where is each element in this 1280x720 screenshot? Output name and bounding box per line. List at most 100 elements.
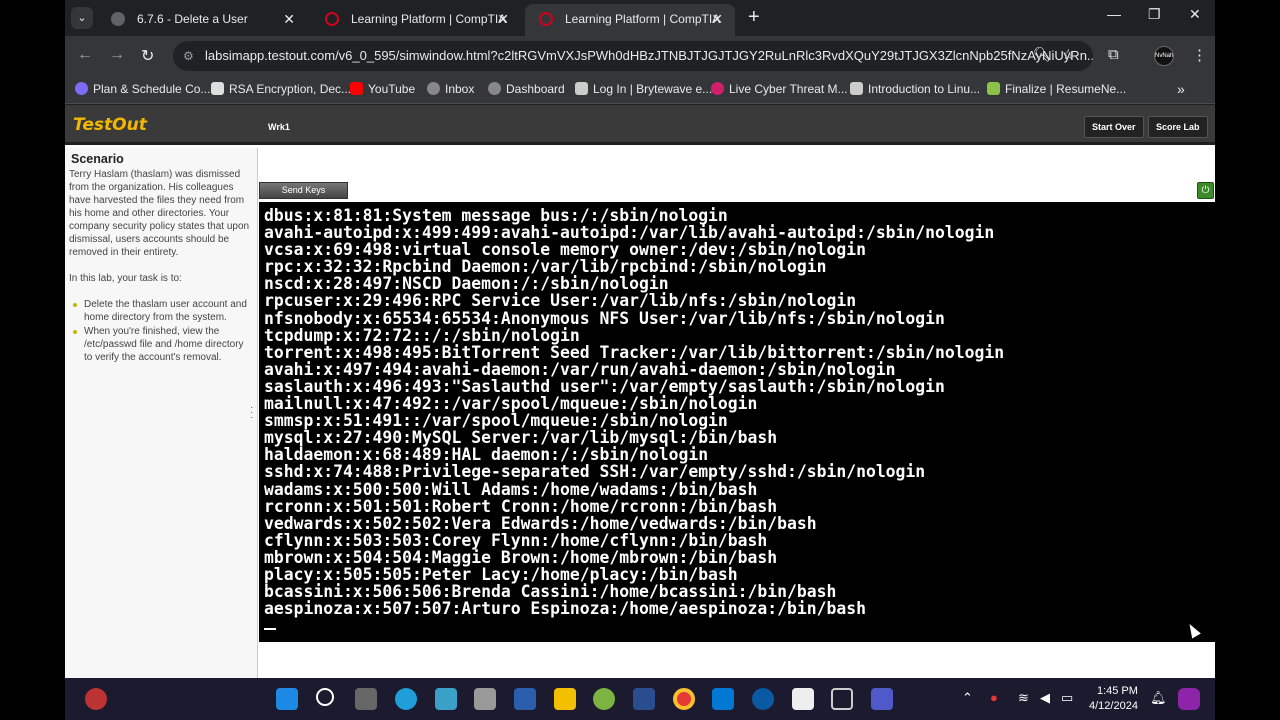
close-icon[interactable]: ✕	[497, 4, 509, 34]
bell-icon[interactable]: 🔔︎	[1150, 690, 1167, 706]
security-icon[interactable]: ●	[990, 690, 998, 705]
testout-logo: TestOut	[73, 115, 147, 135]
terminal-line: cflynn:x:503:503:Corey Flynn:/home/cflyn…	[264, 530, 768, 550]
terminal-line: nscd:x:28:497:NSCD Daemon:/:/sbin/nologi…	[264, 274, 669, 294]
battery-icon[interactable]: ▭	[1061, 690, 1073, 706]
tab-learning-platform-1[interactable]: Learning Platform | CompTIA ✕	[311, 4, 521, 36]
site-info-icon[interactable]: ⚙	[183, 41, 194, 71]
tab-learning-platform-2[interactable]: Learning Platform | CompTIA ✕	[525, 4, 735, 36]
bookmark-item[interactable]: Introduction to Linu...	[850, 82, 980, 96]
close-icon[interactable]: ✕	[711, 4, 723, 34]
notification-app-icon[interactable]	[85, 688, 107, 710]
circle-check-icon	[75, 82, 88, 95]
snipping-tool-icon[interactable]	[474, 688, 496, 710]
teams-icon[interactable]	[871, 688, 893, 710]
terminal-line: rpcuser:x:29:496:RPC Service User:/var/l…	[264, 291, 857, 311]
task-list: Delete the thaslam user account and home…	[69, 298, 253, 364]
task-view-icon[interactable]	[355, 688, 377, 710]
terminal-line: avahi:x:497:494:avahi-daemon:/var/run/av…	[264, 359, 896, 379]
terminal-line: wadams:x:500:500:Will Adams:/home/wadams…	[264, 479, 758, 499]
terminal-line: tcpdump:x:72:72::/:/sbin/nologin	[264, 325, 580, 345]
app-icon[interactable]	[593, 688, 615, 710]
terminal-line: mbrown:x:504:504:Maggie Brown:/home/mbro…	[264, 547, 778, 567]
chevron-up-icon[interactable]: ⌃	[962, 690, 973, 706]
bookmark-item[interactable]: Plan & Schedule Co...	[75, 82, 210, 96]
copilot-icon[interactable]	[1178, 688, 1200, 710]
browser-window: ⌄ 6.7.6 - Delete a User ✕ Learning Platf…	[65, 0, 1215, 720]
chrome-icon[interactable]	[673, 688, 695, 710]
app-icon[interactable]	[435, 688, 457, 710]
restore-icon[interactable]: ❐	[1148, 6, 1161, 23]
document-icon	[575, 82, 588, 95]
bookmark-item[interactable]: Log In | Brytewave e...	[575, 82, 712, 96]
bookmark-item[interactable]: YouTube	[350, 82, 415, 96]
bookmark-item[interactable]: Live Cyber Threat M...	[711, 82, 848, 96]
wifi-icon[interactable]: ≋	[1018, 690, 1029, 706]
menu-kebab-icon[interactable]: ⋮	[1192, 46, 1207, 64]
bookmark-label: RSA Encryption, Dec...	[229, 82, 352, 96]
task-intro: In this lab, your task is to:	[69, 273, 182, 284]
globe-icon	[488, 82, 501, 95]
start-over-button[interactable]: Start Over	[1084, 116, 1144, 138]
terminal-console[interactable]: dbus:x:81:81:System message bus:/:/sbin/…	[259, 202, 1215, 642]
close-icon[interactable]: ✕	[283, 4, 295, 34]
forward-arrow-icon[interactable]: →	[109, 46, 125, 64]
lab-header: TestOut Wrk1 Start Over Score Lab	[65, 105, 1215, 145]
store-icon[interactable]	[712, 688, 734, 710]
extensions-icon[interactable]: ⧉	[1108, 46, 1119, 63]
terminal-line: haldaemon:x:68:489:HAL daemon:/:/sbin/no…	[264, 445, 709, 465]
terminal-line: mailnull:x:47:492::/var/spool/mqueue:/sb…	[264, 394, 758, 414]
threat-map-icon	[711, 82, 724, 95]
bookmark-item[interactable]: Dashboard	[488, 82, 565, 96]
bookmark-item[interactable]: Finalize | ResumeNe...	[987, 82, 1126, 96]
machine-label: Wrk1	[268, 122, 290, 132]
terminal-line: sshd:x:74:488:Privilege-separated SSH:/v…	[264, 462, 926, 482]
app-icon[interactable]	[514, 688, 536, 710]
windows-start-icon[interactable]	[276, 688, 298, 710]
calculator-icon	[211, 82, 224, 95]
bullet-icon	[73, 330, 77, 334]
cube-icon[interactable]	[831, 688, 853, 710]
volume-icon[interactable]: ◀︎	[1040, 690, 1050, 706]
terminal-area: Send Keys ⏻ dbus:x:81:81:System message …	[259, 148, 1215, 678]
task-text: When you're finished, view the /etc/pass…	[84, 326, 244, 363]
globe-icon	[427, 82, 440, 95]
minimize-icon[interactable]: —	[1107, 6, 1121, 22]
bookmark-item[interactable]: Inbox	[427, 82, 474, 96]
splitter-handle[interactable]: · · ·	[250, 403, 253, 423]
edge-icon[interactable]	[395, 688, 417, 710]
new-tab-button[interactable]: +	[748, 6, 760, 28]
youtube-icon	[350, 82, 363, 95]
task-text: Delete the thaslam user account and home…	[84, 299, 247, 323]
dell-icon[interactable]	[752, 688, 774, 710]
task-item: When you're finished, view the /etc/pass…	[73, 325, 253, 364]
search-icon[interactable]	[316, 688, 334, 706]
tab-search-button[interactable]: ⌄	[71, 7, 93, 29]
address-bar[interactable]: ⚙ labsimapp.testout.com/v6_0_595/simwind…	[173, 41, 1093, 71]
reload-icon[interactable]: ↻	[141, 46, 154, 66]
system-clock[interactable]: 1:45 PM 4/12/2024	[1089, 684, 1138, 714]
bookmark-item[interactable]: RSA Encryption, Dec...	[211, 82, 351, 96]
scenario-text: Terry Haslam (thaslam) was dismissed fro…	[69, 169, 250, 258]
close-window-icon[interactable]: ✕	[1189, 6, 1201, 23]
bookmark-star-icon[interactable]: ☆	[1062, 46, 1075, 63]
terminal-line: rcronn:x:501:501:Robert Cronn:/home/rcro…	[264, 496, 778, 516]
file-explorer-icon[interactable]	[554, 688, 576, 710]
avatar[interactable]: NvNah	[1154, 46, 1174, 66]
back-arrow-icon[interactable]: ←	[77, 46, 93, 64]
score-lab-button[interactable]: Score Lab	[1148, 116, 1208, 138]
send-keys-button[interactable]: Send Keys	[259, 182, 348, 199]
tab-delete-user[interactable]: 6.7.6 - Delete a User ✕	[97, 4, 307, 36]
building-icon	[850, 82, 863, 95]
terminal-line: rpc:x:32:32:Rpcbind Daemon:/var/lib/rpcb…	[264, 257, 827, 277]
bookmark-label: Finalize | ResumeNe...	[1005, 82, 1127, 96]
tab-title: 6.7.6 - Delete a User	[137, 12, 248, 26]
zoom-icon[interactable]: 🔍︎	[1033, 46, 1051, 63]
clock-date: 4/12/2024	[1089, 700, 1138, 712]
clock-time: 1:45 PM	[1096, 685, 1138, 697]
power-icon[interactable]: ⏻	[1197, 182, 1214, 199]
terminal-line: saslauth:x:496:493:"Saslauthd user":/var…	[264, 376, 945, 396]
chevron-right-icon[interactable]: »	[1177, 81, 1185, 97]
app-icon[interactable]	[633, 688, 655, 710]
document-icon[interactable]	[792, 688, 814, 710]
